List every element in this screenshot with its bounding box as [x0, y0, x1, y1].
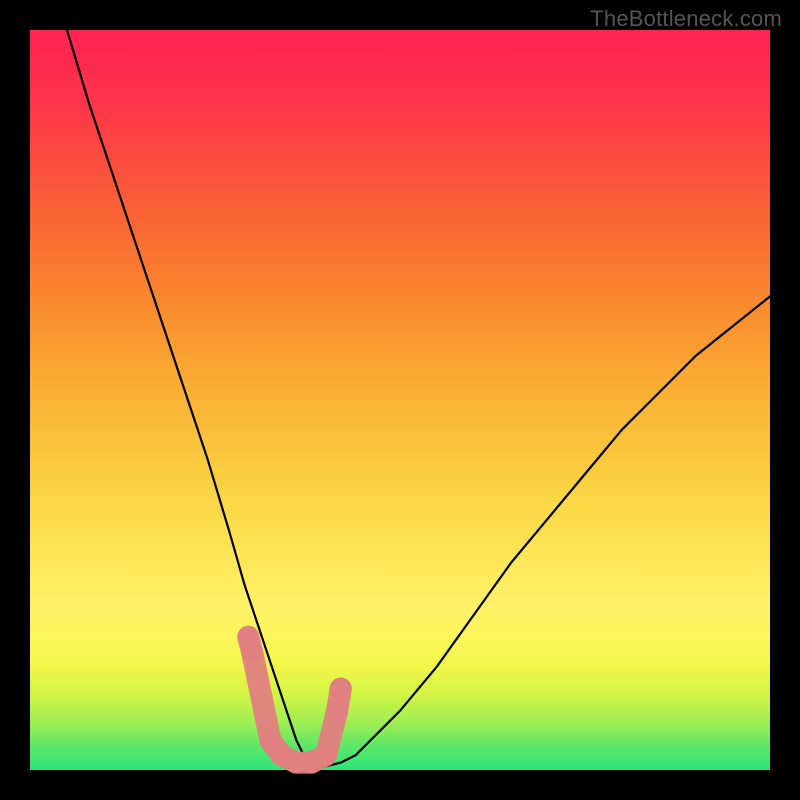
watermark-text: TheBottleneck.com: [590, 6, 782, 32]
data-marker: [330, 678, 352, 700]
data-marker: [326, 700, 348, 722]
data-marker: [241, 641, 263, 663]
plot-area: [30, 30, 770, 770]
bottleneck-curve: [67, 30, 770, 766]
chart-svg: [30, 30, 770, 770]
data-marker: [315, 744, 337, 766]
chart-frame: TheBottleneck.com: [0, 0, 800, 800]
